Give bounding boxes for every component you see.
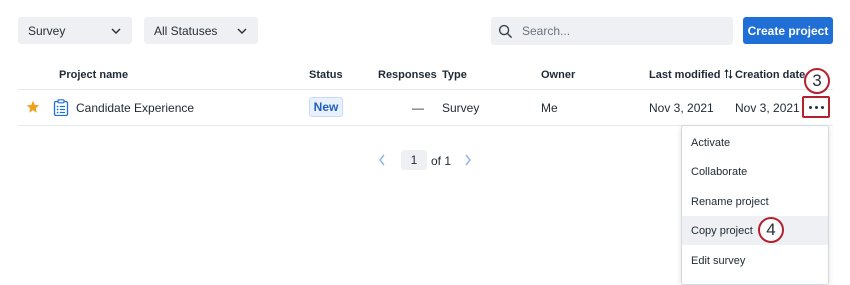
menu-item-edit-survey[interactable]: Edit survey <box>682 246 828 275</box>
create-project-button[interactable]: Create project <box>743 17 833 44</box>
more-icon-dot <box>820 105 824 109</box>
chevron-down-icon <box>237 28 247 34</box>
responses-cell: — <box>412 101 424 115</box>
column-header-type[interactable]: Type <box>442 69 467 81</box>
menu-item-rename-project[interactable]: Rename project <box>682 187 828 216</box>
status-filter-label: All Statuses <box>154 23 218 38</box>
creation-date-cell: Nov 3, 2021 <box>735 101 800 115</box>
survey-icon <box>53 99 69 116</box>
type-filter-select[interactable]: Survey <box>18 17 132 44</box>
actions-menu: Activate Collaborate Rename project Copy… <box>681 125 829 285</box>
owner-cell: Me <box>541 101 558 115</box>
chevron-down-icon <box>111 28 121 34</box>
status-badge: New <box>309 97 343 117</box>
step-marker-3: 3 <box>804 68 830 94</box>
column-header-responses[interactable]: Responses <box>378 69 437 81</box>
search-icon <box>498 24 513 38</box>
page-number-input[interactable]: 1 <box>401 150 427 170</box>
column-header-last-modified[interactable]: Last modified <box>649 69 733 81</box>
column-header-creation-date[interactable]: Creation date <box>735 69 805 81</box>
more-actions-button[interactable] <box>802 96 830 118</box>
star-icon[interactable] <box>26 100 40 114</box>
last-modified-cell: Nov 3, 2021 <box>649 101 714 115</box>
more-icon-dot <box>814 105 818 109</box>
search-input[interactable] <box>520 23 724 39</box>
status-filter-select[interactable]: All Statuses <box>144 17 258 44</box>
search-box[interactable] <box>491 17 733 45</box>
type-filter-label: Survey <box>28 23 66 38</box>
chevron-left-icon[interactable] <box>377 153 387 167</box>
type-cell: Survey <box>442 101 480 115</box>
menu-item-collaborate[interactable]: Collaborate <box>682 157 828 186</box>
page-count-label: of 1 <box>431 154 452 168</box>
column-header-status[interactable]: Status <box>309 69 343 81</box>
header-divider <box>18 89 833 90</box>
sort-icon <box>724 69 733 79</box>
column-header-project-name[interactable]: Project name <box>59 69 128 81</box>
menu-item-activate[interactable]: Activate <box>682 128 828 157</box>
more-icon-dot <box>808 105 812 109</box>
last-modified-label: Last modified <box>649 69 721 81</box>
step-marker-4: 4 <box>758 217 784 243</box>
chevron-right-icon[interactable] <box>463 153 473 167</box>
project-name-link[interactable]: Candidate Experience <box>76 101 194 115</box>
menu-item-copy-project[interactable]: Copy project <box>682 216 828 245</box>
column-header-owner[interactable]: Owner <box>541 69 575 81</box>
